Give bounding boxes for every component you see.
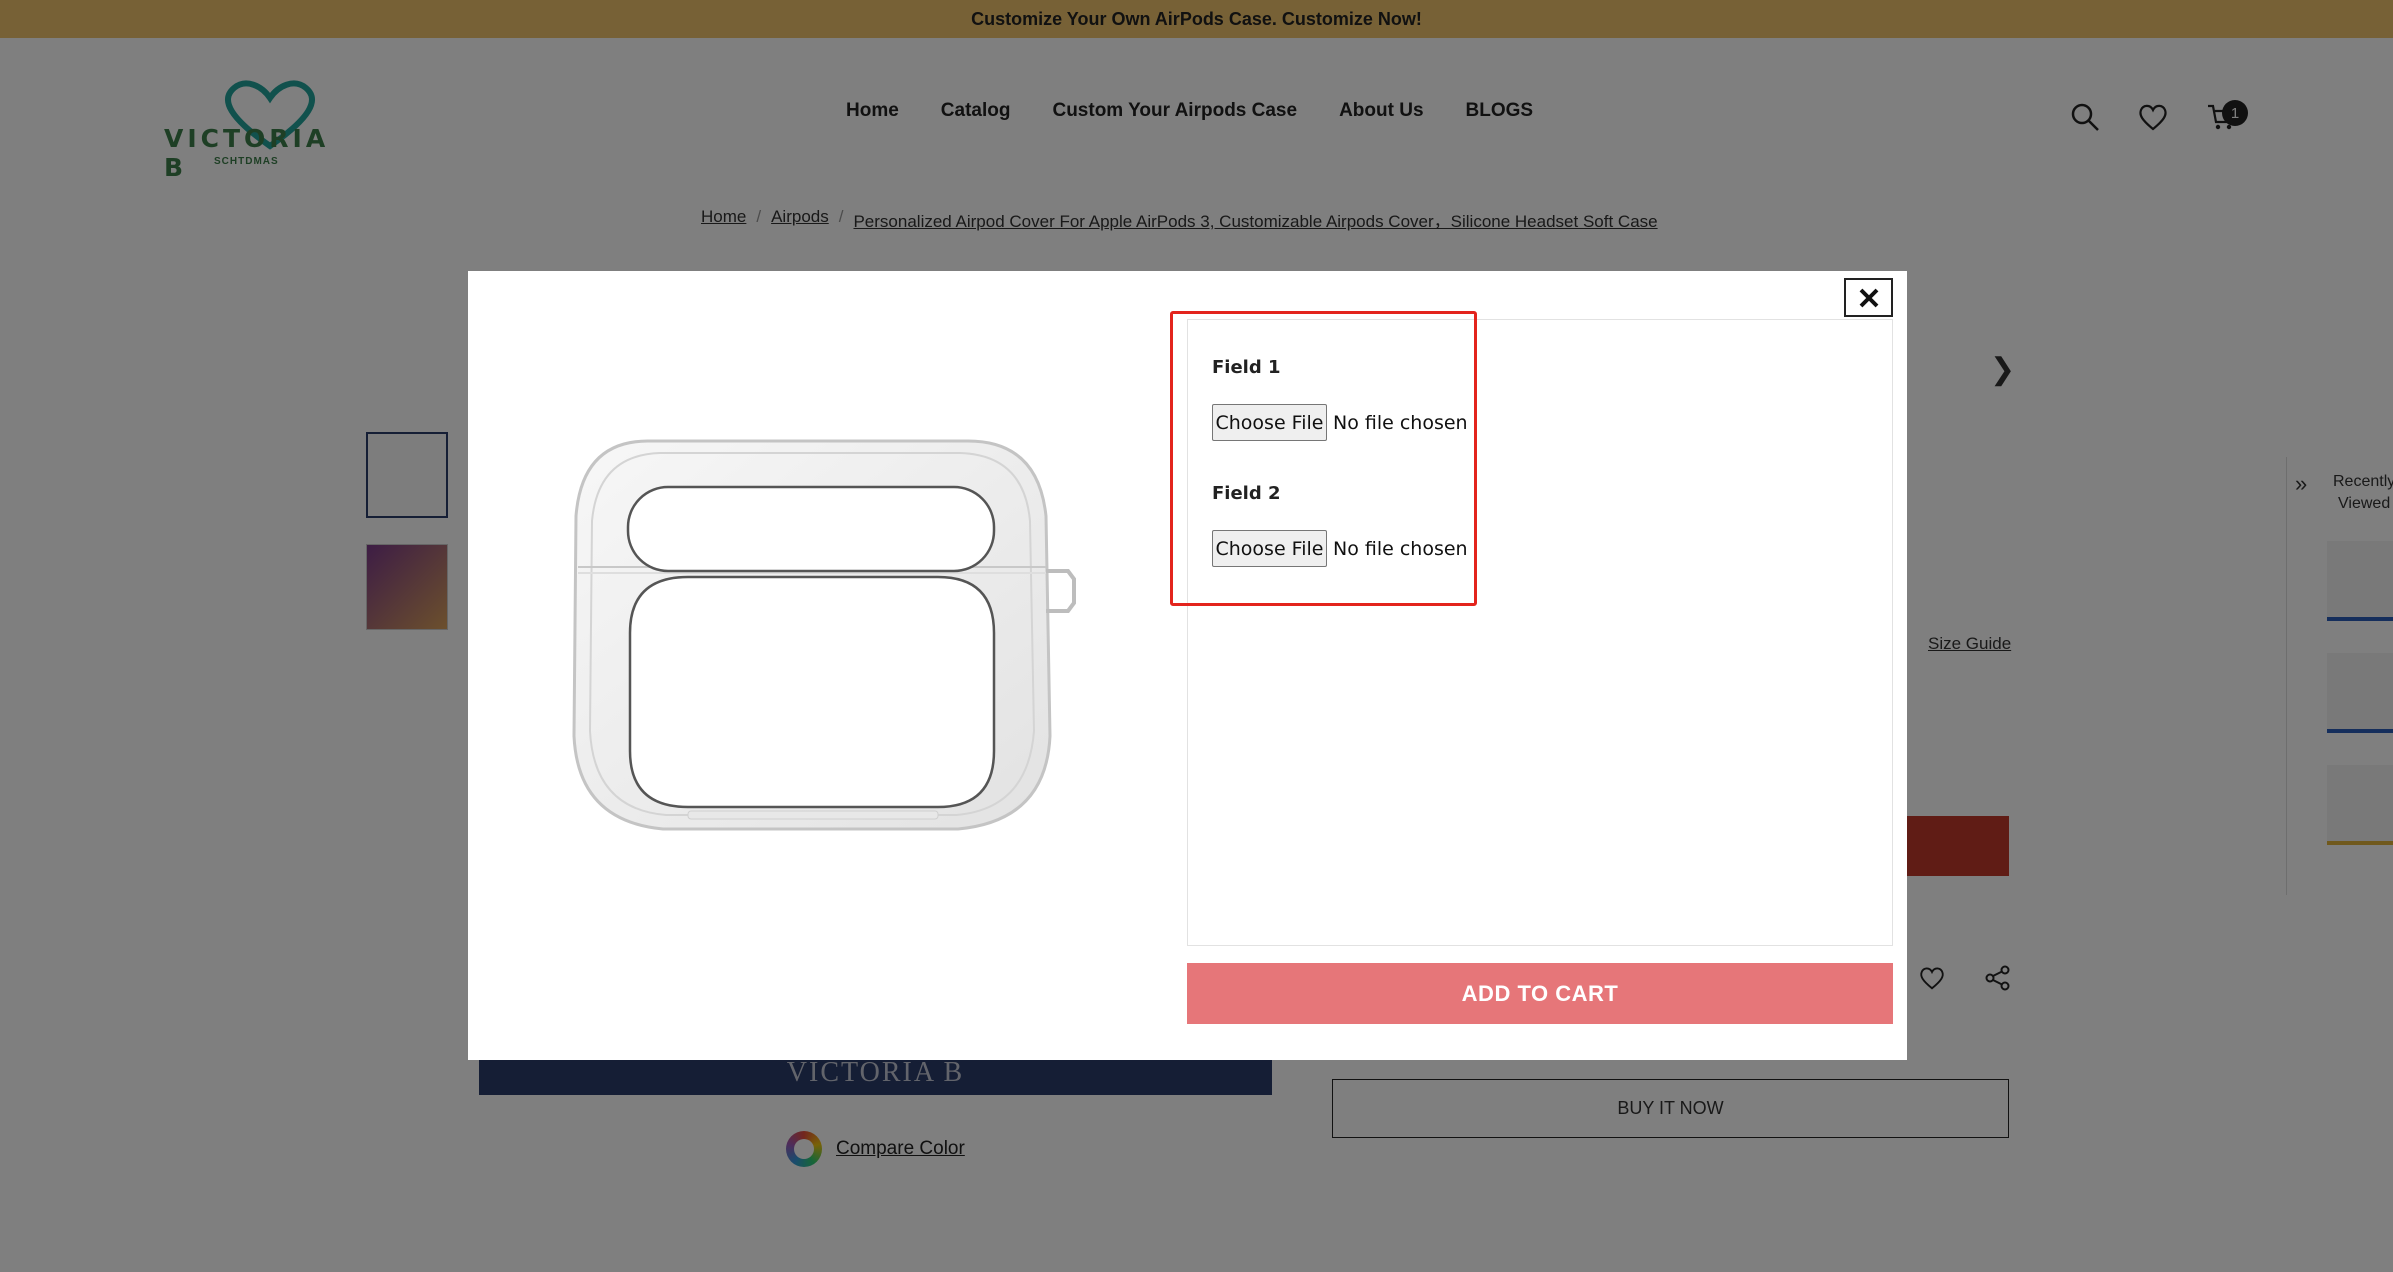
field-2-choose-file-button[interactable]: Choose File [1212, 530, 1327, 567]
field-2-label: Field 2 [1212, 483, 1281, 504]
field-1-group: Field 1 Choose File No file chosen [1212, 357, 1468, 441]
field-1-label: Field 1 [1212, 357, 1281, 378]
add-to-cart-button[interactable]: ADD TO CART [1187, 963, 1893, 1024]
field-1-choose-file-button[interactable]: Choose File [1212, 404, 1327, 441]
field-2-file-status: No file chosen [1333, 537, 1468, 560]
customize-modal: Field 1 Choose File No file chosen Field… [468, 271, 1907, 1060]
field-1-file-status: No file chosen [1333, 411, 1468, 434]
close-icon [1859, 288, 1878, 307]
close-button[interactable] [1844, 278, 1893, 317]
field-2-group: Field 2 Choose File No file chosen [1212, 483, 1468, 567]
airpods-case-image [572, 439, 1076, 831]
